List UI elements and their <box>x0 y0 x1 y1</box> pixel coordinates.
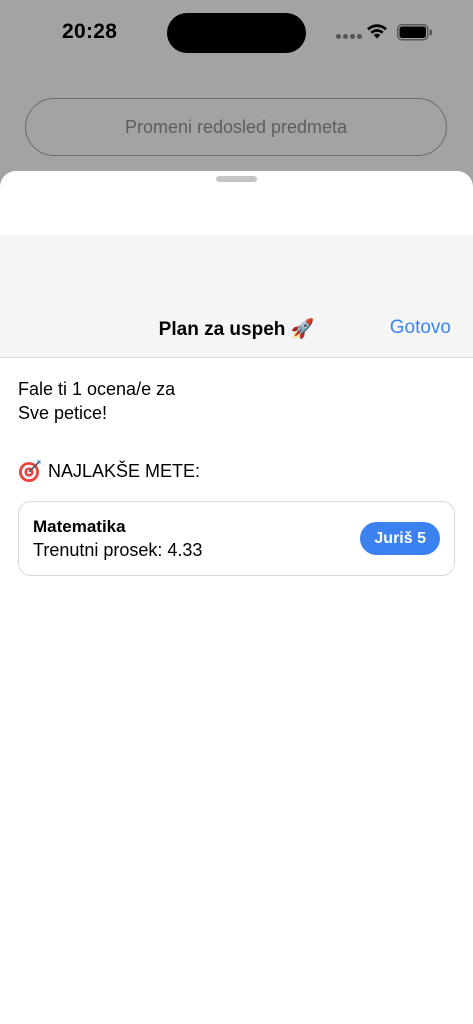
sheet-grabber[interactable] <box>216 176 257 182</box>
reorder-subjects-button[interactable]: Promeni redosled predmeta <box>25 98 447 156</box>
subject-name: Matematika <box>33 517 126 536</box>
battery-icon <box>397 24 432 41</box>
success-plan-sheet: Plan za uspeh 🚀 Gotovo Fale ti 1 ocena/e… <box>0 171 473 1024</box>
status-bar: 20:28 <box>0 0 473 64</box>
goal-label: Sve petice! <box>18 403 108 423</box>
go-for-five-button[interactable]: Juriš 5 <box>360 522 440 555</box>
done-button[interactable]: Gotovo <box>390 317 451 339</box>
status-time: 20:28 <box>62 20 118 43</box>
target-card[interactable]: Matematika Trenutni prosek: 4.33 Juriš 5 <box>18 501 455 576</box>
signal-dots-icon <box>336 34 362 39</box>
easiest-targets-header: NAJLAKŠE METE: <box>18 459 455 483</box>
target-icon <box>19 460 41 482</box>
navigation-bar: Plan za uspeh 🚀 Gotovo <box>0 235 473 358</box>
section-header-label: NAJLAKŠE METE: <box>48 461 201 481</box>
sheet-content: Fale ti 1 ocena/e za Sve petice! NAJLAKŠ… <box>18 377 455 576</box>
current-average: Trenutni prosek: 4.33 <box>33 540 203 560</box>
dynamic-island <box>167 13 306 53</box>
wifi-icon <box>367 24 387 39</box>
missing-grades-message: Fale ti 1 ocena/e za <box>18 379 176 399</box>
